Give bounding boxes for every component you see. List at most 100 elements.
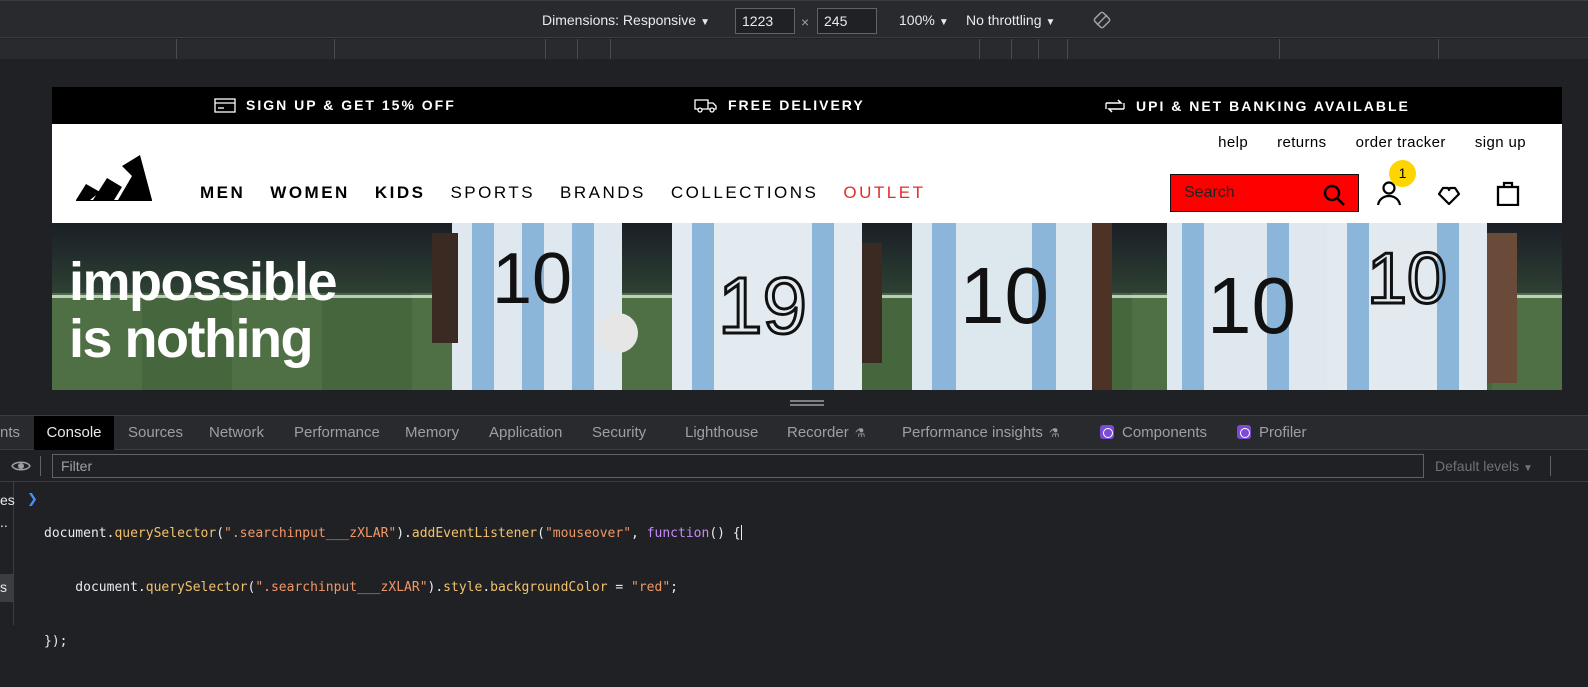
promo-text: FREE DELIVERY	[728, 97, 865, 113]
filter-input[interactable]	[52, 454, 1424, 478]
height-input[interactable]	[817, 8, 877, 34]
console-sidebar: es .. s	[0, 482, 15, 625]
log-levels-dropdown[interactable]: Default levels ▼	[1435, 458, 1533, 474]
tab-sources[interactable]: Sources	[128, 416, 183, 450]
nav-item-kids[interactable]: KIDS	[375, 183, 426, 203]
nav-item-women[interactable]: WOMEN	[270, 183, 350, 203]
throttling-label: No throttling	[966, 12, 1042, 28]
devtools-tabs: nts Console Sources Network Performance …	[0, 415, 1588, 450]
tab-performance[interactable]: Performance	[294, 416, 380, 450]
promo-item[interactable]: SIGN UP & GET 15% OFF	[214, 97, 456, 113]
tab-profiler-label: Profiler	[1259, 424, 1307, 441]
tab-components-label: Components	[1122, 424, 1208, 441]
console-input[interactable]: document.querySelector(".searchinput___z…	[44, 489, 742, 687]
console-filter-bar: Default levels▼	[0, 450, 1588, 482]
search-icon[interactable]	[1322, 183, 1346, 207]
order-tracker-link[interactable]: order tracker	[1356, 134, 1446, 151]
flask-icon: ⚗	[1048, 426, 1060, 440]
separator	[40, 456, 41, 476]
resize-handle[interactable]	[790, 399, 824, 407]
nav-item-brands[interactable]: BRANDS	[560, 183, 646, 203]
jersey-number: 10	[1367, 239, 1447, 319]
media-query-ruler	[0, 39, 1588, 59]
tab-console[interactable]: Console	[34, 416, 114, 450]
tab-recorder-label: Recorder	[787, 424, 849, 441]
hero-banner[interactable]: 10 19 10 10 10 impossible is nothing	[52, 223, 1562, 390]
sidebar-fragment[interactable]: s	[0, 574, 14, 602]
utility-links: help returns order tracker sign up	[1218, 134, 1526, 151]
emulated-page: SIGN UP & GET 15% OFF FREE DELIVERY UPI …	[52, 87, 1562, 390]
card-icon	[214, 98, 236, 113]
main-nav: MEN WOMEN KIDS SPORTS BRANDS COLLECTIONS…	[200, 183, 925, 203]
dimensions-label: Dimensions: Responsive	[542, 12, 697, 28]
truck-icon	[694, 99, 717, 113]
tab-lighthouse[interactable]: Lighthouse	[685, 416, 758, 450]
player-jersey: 19	[672, 223, 882, 390]
separator	[1550, 456, 1551, 476]
sidebar-fragment[interactable]: ..	[0, 514, 8, 530]
player-jersey: 10	[432, 223, 638, 390]
caret-down-icon: ▼	[1523, 463, 1533, 474]
react-icon	[1100, 425, 1114, 439]
nav-item-sports[interactable]: SPORTS	[450, 183, 535, 203]
help-link[interactable]: help	[1218, 134, 1248, 151]
tab-security[interactable]: Security	[592, 416, 646, 450]
code-line-3: });	[44, 634, 68, 649]
tab-profiler[interactable]: Profiler	[1237, 416, 1307, 450]
tab-application[interactable]: Application	[489, 416, 562, 450]
tab-performance-insights-label: Performance insights	[902, 424, 1043, 441]
returns-link[interactable]: returns	[1277, 134, 1327, 151]
jersey-number: 10	[492, 239, 572, 319]
code-line-2: document.querySelector(".searchinput___z…	[44, 580, 678, 595]
caret-down-icon: ▼	[700, 17, 710, 28]
code-line-1: document.querySelector(".searchinput___z…	[44, 525, 742, 541]
zoom-label: 100%	[899, 12, 935, 28]
throttling-dropdown[interactable]: No throttling ▼	[966, 12, 1055, 28]
promo-item[interactable]: UPI & NET BANKING AVAILABLE	[1104, 97, 1410, 115]
device-toolbar: Dimensions: Responsive▼ × 100%▼ No throt…	[0, 0, 1588, 38]
exchange-icon	[1105, 99, 1125, 113]
jersey-number: 19	[718, 261, 807, 350]
player-jersey: 10	[912, 223, 1112, 390]
search-box[interactable]	[1170, 174, 1359, 212]
zoom-dropdown[interactable]: 100% ▼	[899, 12, 949, 28]
devtools-panel: nts Console Sources Network Performance …	[0, 415, 1588, 649]
brand-logo[interactable]	[76, 154, 152, 204]
hero-slogan: impossible is nothing	[69, 252, 338, 369]
rotate-icon[interactable]	[1093, 11, 1111, 29]
tab-network[interactable]: Network	[209, 416, 264, 450]
tab-components[interactable]: Components	[1100, 416, 1207, 450]
promo-text: UPI & NET BANKING AVAILABLE	[1136, 98, 1410, 114]
eye-icon[interactable]	[11, 458, 31, 474]
slogan-line-1: impossible	[69, 252, 338, 312]
nav-item-collections[interactable]: COLLECTIONS	[671, 183, 818, 203]
search-input[interactable]	[1171, 184, 1311, 202]
player-jersey: 10	[1167, 223, 1327, 390]
times-symbol: ×	[801, 14, 810, 30]
flask-icon: ⚗	[854, 426, 866, 440]
jersey-number: 10	[960, 251, 1049, 340]
promo-bar: SIGN UP & GET 15% OFF FREE DELIVERY UPI …	[52, 87, 1562, 124]
width-input[interactable]	[735, 8, 795, 34]
tab-recorder[interactable]: Recorder ⚗	[787, 416, 865, 450]
sidebar-fragment[interactable]: es	[0, 492, 15, 508]
wishlist-heart-icon[interactable]	[1436, 184, 1462, 206]
promo-item[interactable]: FREE DELIVERY	[694, 97, 865, 113]
site-header: help returns order tracker sign up MEN W…	[52, 124, 1562, 223]
console-prompt-icon: ❯	[27, 491, 38, 506]
log-levels-label: Default levels	[1435, 458, 1520, 474]
caret-down-icon: ▼	[1045, 17, 1056, 28]
caret-down-icon: ▼	[938, 17, 949, 28]
tab-memory[interactable]: Memory	[405, 416, 459, 450]
nav-item-men[interactable]: MEN	[200, 183, 245, 203]
promo-text: SIGN UP & GET 15% OFF	[246, 97, 456, 113]
player-jersey: 10	[1327, 223, 1517, 390]
nav-item-outlet[interactable]: OUTLET	[843, 183, 925, 203]
sign-up-link[interactable]: sign up	[1475, 134, 1526, 151]
account-badge: 1	[1389, 160, 1416, 187]
tab-elements[interactable]: nts	[0, 416, 34, 450]
slogan-line-2: is nothing	[69, 309, 313, 369]
tab-performance-insights[interactable]: Performance insights ⚗	[902, 416, 1060, 450]
shopping-bag-icon[interactable]	[1496, 180, 1520, 206]
dimensions-dropdown[interactable]: Dimensions: Responsive ▼	[542, 12, 710, 28]
